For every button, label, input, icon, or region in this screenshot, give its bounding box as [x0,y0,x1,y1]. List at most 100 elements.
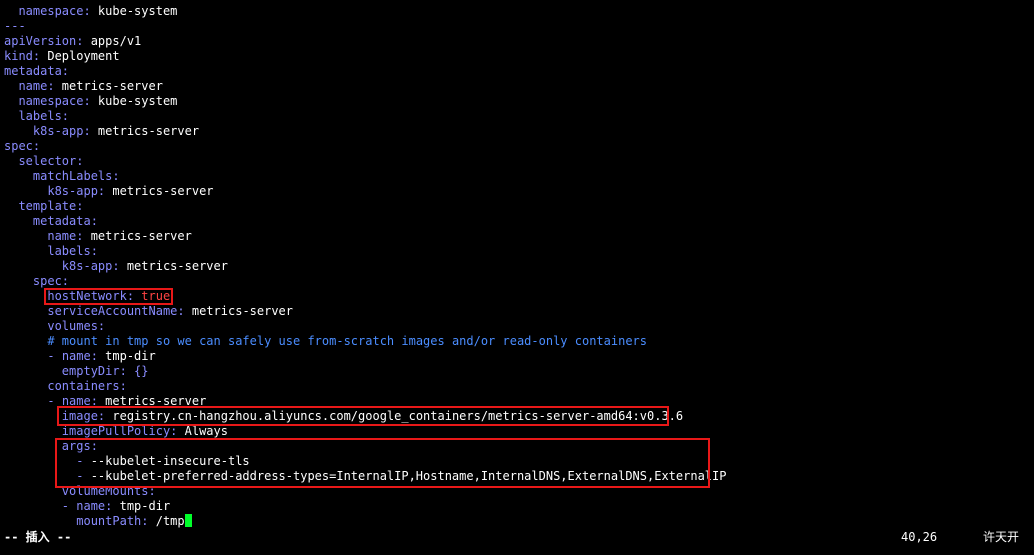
yaml-key: - [76,469,91,483]
code-line[interactable]: metadata: [4,214,726,229]
yaml-text [4,154,18,168]
yaml-text: apps/v1 [83,34,142,48]
yaml-text [4,274,33,288]
yaml-text [4,319,47,333]
yaml-text [4,409,62,423]
code-line[interactable]: metadata: [4,64,726,79]
code-line[interactable]: mountPath: /tmp [4,514,726,529]
cursor-position: 40,26 [901,530,938,544]
code-line[interactable]: apiVersion: apps/v1 [4,34,726,49]
code-line[interactable]: k8s-app: metrics-server [4,124,726,139]
yaml-key: args: [61,439,98,453]
code-line[interactable]: template: [4,199,726,214]
yaml-text: metrics-server [54,79,163,93]
code-line[interactable]: volumeMounts: [4,484,726,499]
yaml-text: --kubelet-insecure-tls [90,454,250,468]
yaml-text: /tmp [148,514,185,528]
yaml-text [4,349,47,363]
yaml-text [4,439,62,453]
code-line[interactable]: - name: tmp-dir [4,499,726,514]
yaml-text: metrics-server [119,259,228,273]
yaml-key: k8s-app: [47,184,106,198]
yaml-text: metrics-server [184,304,294,318]
yaml-text: metrics-server [83,229,192,243]
code-line[interactable]: k8s-app: metrics-server [4,259,726,274]
code-line[interactable]: containers: [4,379,726,394]
yaml-text [4,199,18,213]
yaml-key: volumes: [47,319,106,333]
code-line[interactable]: - name: metrics-server [4,394,726,409]
yaml-key: imagePullPolicy: [61,424,178,438]
yaml-text [4,109,18,123]
yaml-text [4,4,18,18]
yaml-key: selector: [18,154,84,168]
yaml-text: --- [4,19,26,33]
yaml-key: namespace: [18,94,91,108]
yaml-text [4,244,47,258]
code-line[interactable]: - name: tmp-dir [4,349,726,364]
yaml-text [4,79,18,93]
yaml-key: k8s-app: [32,124,91,138]
code-line[interactable]: selector: [4,154,726,169]
yaml-text [4,364,62,378]
yaml-key: - [47,394,62,408]
yaml-key: name: [76,499,113,513]
yaml-key: metadata: [4,64,70,78]
yaml-key: labels: [18,109,70,123]
yaml-text [4,379,47,393]
terminal-window[interactable]: { "editor": { "lines": [ {"segments": [{… [0,0,1034,555]
yaml-key: mountPath: [76,514,149,528]
yaml-text [4,499,62,513]
code-line[interactable]: spec: [4,274,726,289]
yaml-text [4,184,47,198]
yaml-editor-buffer[interactable]: namespace: kube-system --- apiVersion: app… [4,4,726,529]
code-line[interactable]: namespace: kube-system [4,4,726,19]
yaml-text [4,424,62,438]
yaml-text [4,259,62,273]
insert-mode-indicator: -- 插入 -- [4,530,72,544]
code-line[interactable]: hostNetwork: true [4,289,726,304]
yaml-text [4,214,33,228]
code-line[interactable]: - --kubelet-insecure-tls [4,454,726,469]
code-line[interactable]: image: registry.cn-hangzhou.aliyuncs.com… [4,409,726,424]
yaml-text [4,484,62,498]
code-line[interactable]: name: metrics-server [4,79,726,94]
code-line[interactable]: emptyDir: {} [4,364,726,379]
yaml-key: name: [47,229,84,243]
yaml-text: registry.cn-hangzhou.aliyuncs.com/google… [105,409,684,423]
yaml-key: spec: [32,274,70,288]
yaml-key: volumeMounts: [61,484,156,498]
yaml-key: - [76,454,91,468]
yaml-key: labels: [47,244,98,258]
yaml-text [4,289,47,303]
yaml-text: kube-system [90,94,178,108]
code-line[interactable]: args: [4,439,726,454]
code-line[interactable]: kind: Deployment [4,49,726,64]
code-line[interactable]: --- [4,19,726,34]
yaml-key: emptyDir: [61,364,127,378]
code-line[interactable]: imagePullPolicy: Always [4,424,726,439]
code-line[interactable]: k8s-app: metrics-server [4,184,726,199]
yaml-key: kind: [4,49,41,63]
code-line[interactable]: # mount in tmp so we can safely use from… [4,334,726,349]
code-line[interactable]: labels: [4,109,726,124]
yaml-text: --kubelet-preferred-address-types=Intern… [90,469,727,483]
yaml-key: apiVersion: [4,34,84,48]
yaml-text [4,229,47,243]
yaml-text: metrics-server [105,184,214,198]
yaml-key: hostNetwork: [47,289,135,303]
yaml-key: {} [126,364,149,378]
yaml-text [4,169,33,183]
yaml-key: spec: [4,139,41,153]
code-line[interactable]: labels: [4,244,726,259]
code-line[interactable]: volumes: [4,319,726,334]
code-line[interactable]: serviceAccountName: metrics-server [4,304,726,319]
yaml-text [4,334,47,348]
yaml-key: - [47,349,62,363]
code-line[interactable]: - --kubelet-preferred-address-types=Inte… [4,469,726,484]
code-line[interactable]: matchLabels: [4,169,726,184]
code-line[interactable]: name: metrics-server [4,229,726,244]
code-line[interactable]: spec: [4,139,726,154]
code-line[interactable]: namespace: kube-system [4,94,726,109]
yaml-text: tmp-dir [112,499,171,513]
